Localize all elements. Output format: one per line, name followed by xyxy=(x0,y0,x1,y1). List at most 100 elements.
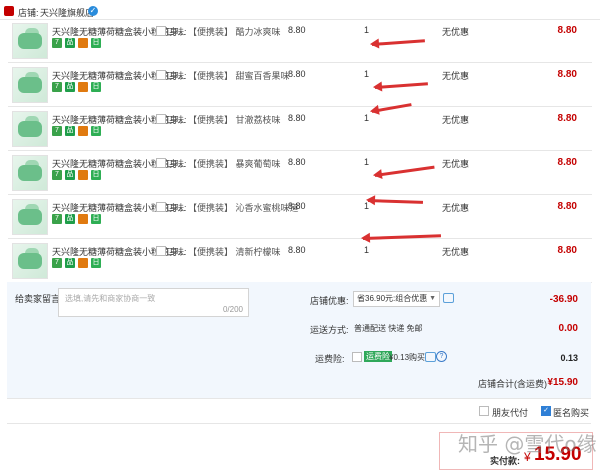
seven-day-return-icon: 7 xyxy=(52,214,62,224)
product-thumbnail[interactable] xyxy=(12,23,48,59)
flavor-label: 口味: xyxy=(166,115,187,125)
calendar-icon: 日 xyxy=(91,214,101,224)
chevron-down-icon: ▼ xyxy=(429,295,436,302)
item-row: 天兴隆无糖薄荷糖盒装小粒随身... 7 品 日 口味: 【便携装】 暴爽葡萄味 … xyxy=(8,152,592,194)
flavor-checkbox xyxy=(156,26,166,36)
flavor-checkbox xyxy=(156,114,166,124)
quality-icon: 品 xyxy=(65,82,75,92)
divider xyxy=(7,423,591,424)
help-icon[interactable]: ? xyxy=(436,351,447,362)
message-placeholder: 选填,请先和商家协商一致 xyxy=(65,294,156,303)
product-thumbnail[interactable] xyxy=(12,111,48,147)
anonymous-label[interactable]: 匿名购买 xyxy=(553,406,589,419)
product-thumbnail[interactable] xyxy=(12,199,48,235)
item-subtotal: 8.80 xyxy=(557,201,577,212)
watermark: 知乎 @雪代o缘 xyxy=(458,432,597,456)
insurance-checkbox[interactable] xyxy=(352,352,362,362)
shop-total-value: ¥15.90 xyxy=(547,377,578,388)
flavor-value: 【便携装】 甘澈荔枝味 xyxy=(188,115,281,125)
message-icon[interactable] xyxy=(443,293,454,303)
insurance-tag: 运费险 xyxy=(364,351,392,362)
unit-price: 8.80 xyxy=(288,113,306,123)
card-icon xyxy=(78,214,88,224)
shipping-amount: 0.00 xyxy=(558,323,578,334)
flavor-checkbox xyxy=(156,70,166,80)
item-subtotal: 8.80 xyxy=(557,69,577,80)
unit-price: 8.80 xyxy=(288,157,306,167)
quantity: 1 xyxy=(364,157,370,167)
seven-day-return-icon: 7 xyxy=(52,38,62,48)
item-row: 天兴隆无糖薄荷糖盒装小粒随身... 7 品 日 口味: 【便携装】 酷力冰爽味 … xyxy=(8,20,592,62)
card-icon xyxy=(78,170,88,180)
discount: 无优惠 xyxy=(442,27,470,37)
message-icon[interactable] xyxy=(425,352,436,362)
shop-discount-label: 店铺优惠: xyxy=(310,296,349,306)
insurance-price: ¥0.13购买 xyxy=(389,353,426,362)
quality-icon: 品 xyxy=(65,126,75,136)
seven-day-return-icon: 7 xyxy=(52,170,62,180)
verified-icon: ✓ xyxy=(88,6,98,16)
item-row: 天兴隆无糖薄荷糖盒装小粒随身... 7 品 日 口味: 【便携装】 清新柠檬味 … xyxy=(8,240,592,282)
card-icon xyxy=(78,258,88,268)
flavor-label: 口味: xyxy=(166,203,187,213)
divider xyxy=(8,62,592,63)
shop-discount-amount: -36.90 xyxy=(549,294,578,305)
product-thumbnail[interactable] xyxy=(12,67,48,103)
friend-pay-checkbox[interactable] xyxy=(479,406,489,416)
card-icon xyxy=(78,38,88,48)
item-row: 天兴隆无糖薄荷糖盒装小粒随身... 7 品 日 口味: 【便携装】 甘澈荔枝味 … xyxy=(8,108,592,150)
message-counter: 0/200 xyxy=(222,305,243,314)
quantity: 1 xyxy=(364,69,370,79)
item-subtotal: 8.80 xyxy=(557,25,577,36)
discount: 无优惠 xyxy=(442,159,470,169)
flavor-checkbox xyxy=(156,202,166,212)
item-subtotal: 8.80 xyxy=(557,113,577,124)
shop-name[interactable]: 天兴隆旗舰店 xyxy=(40,6,94,19)
quality-icon: 品 xyxy=(65,214,75,224)
flavor-label: 口味: xyxy=(166,247,187,257)
insurance-amount: 0.13 xyxy=(560,353,578,363)
quality-icon: 品 xyxy=(65,258,75,268)
shop-discount-select[interactable]: 省36.90元:组合优惠 ▼ xyxy=(353,291,440,307)
item-subtotal: 8.80 xyxy=(557,157,577,168)
seven-day-return-icon: 7 xyxy=(52,258,62,268)
calendar-icon: 日 xyxy=(91,82,101,92)
flavor-label: 口味: xyxy=(166,159,187,169)
item-row: 天兴隆无糖薄荷糖盒装小粒随身... 7 品 日 口味: 【便携装】 沁香水蜜桃味… xyxy=(8,196,592,238)
friend-pay-label[interactable]: 朋友代付 xyxy=(492,406,528,419)
flavor-checkbox xyxy=(156,246,166,256)
calendar-icon: 日 xyxy=(91,258,101,268)
flavor-value: 【便携装】 清新柠檬味 xyxy=(188,247,281,257)
quality-icon: 品 xyxy=(65,170,75,180)
divider xyxy=(8,150,592,151)
shop-label: 店铺: xyxy=(18,8,39,18)
quality-icon: 品 xyxy=(65,38,75,48)
quantity: 1 xyxy=(364,113,370,123)
calendar-icon: 日 xyxy=(91,126,101,136)
divider xyxy=(7,398,591,399)
flavor-label: 口味: xyxy=(166,71,187,81)
quantity: 1 xyxy=(364,245,370,255)
unit-price: 8.80 xyxy=(288,245,306,255)
quantity: 1 xyxy=(364,25,370,35)
discount: 无优惠 xyxy=(442,247,470,257)
insurance-label: 运费险: xyxy=(315,354,345,364)
message-input[interactable]: 选填,请先和商家协商一致 0/200 xyxy=(58,288,249,317)
product-thumbnail[interactable] xyxy=(12,155,48,191)
message-label: 给卖家留言: xyxy=(15,294,63,304)
flavor-value: 【便携装】 沁香水蜜桃味道 xyxy=(188,203,299,213)
unit-price: 8.80 xyxy=(288,25,306,35)
divider xyxy=(8,238,592,239)
product-thumbnail[interactable] xyxy=(12,243,48,279)
calendar-icon: 日 xyxy=(91,170,101,180)
seven-day-return-icon: 7 xyxy=(52,82,62,92)
item-subtotal: 8.80 xyxy=(557,245,577,256)
card-icon xyxy=(78,82,88,92)
shop-total-label: 店铺合计(含运费) xyxy=(478,379,547,389)
card-icon xyxy=(78,126,88,136)
discount: 无优惠 xyxy=(442,115,470,125)
flavor-value: 【便携装】 酷力冰爽味 xyxy=(188,27,281,37)
shop-icon xyxy=(4,6,14,16)
anonymous-checkbox[interactable]: ✓ xyxy=(541,406,551,416)
discount: 无优惠 xyxy=(442,203,470,213)
